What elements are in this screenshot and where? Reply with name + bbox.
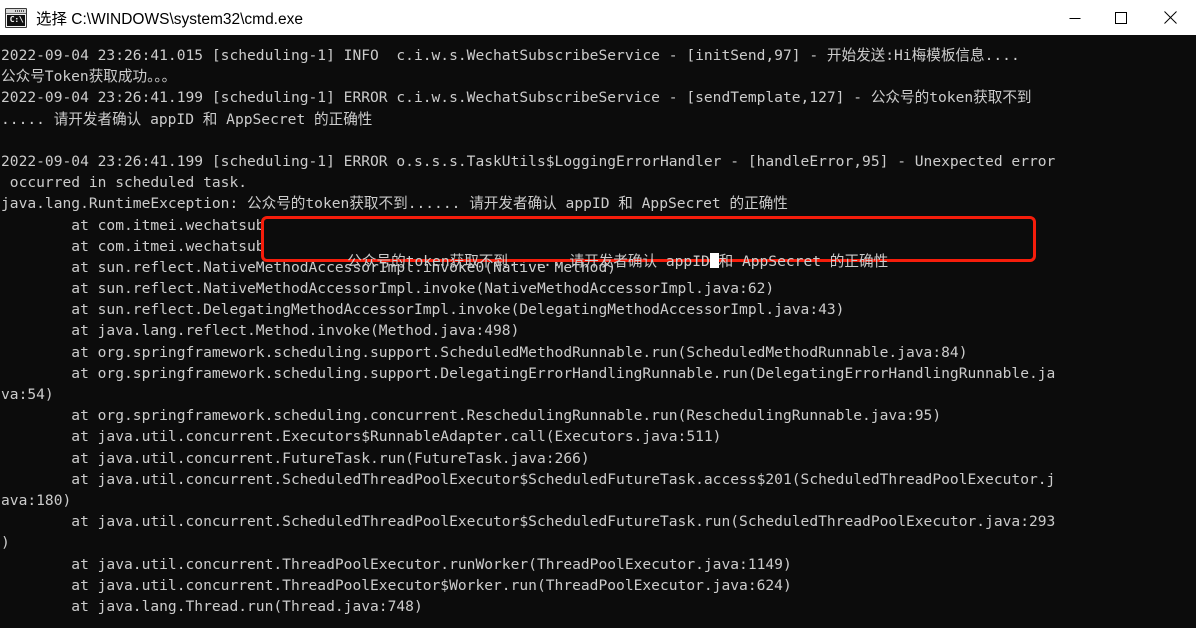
console-line: at java.lang.reflect.Method.invoke(Metho…	[1, 322, 520, 340]
console-line: java.lang.RuntimeException: 公众号的token获取不…	[1, 195, 788, 213]
console-line: 2022-09-04 23:26:41.199 [scheduling-1] E…	[1, 152, 1056, 170]
cmd-icon-prompt-text: C:\	[9, 15, 23, 24]
console-line: 公众号Token获取成功。。。	[1, 68, 177, 86]
console-line: ava:180)	[1, 491, 72, 509]
window-title: 选择 C:\WINDOWS\system32\cmd.exe	[36, 10, 303, 28]
window-controls	[1052, 0, 1196, 35]
console-line: at org.springframework.scheduling.concur…	[1, 407, 942, 425]
titlebar-left-group: C:\ 选择 C:\WINDOWS\system32\cmd.exe	[0, 7, 1052, 29]
console-line: at java.util.concurrent.ThreadPoolExecut…	[1, 576, 792, 594]
cmd-icon-titlestrip	[6, 8, 26, 14]
minimize-button[interactable]	[1052, 0, 1098, 35]
console-line: at java.util.concurrent.ScheduledThreadP…	[1, 513, 1056, 531]
highlight-text-after-cursor: 和 AppSecret 的正确性	[718, 253, 889, 271]
console-line: occurred in scheduled task.	[1, 174, 248, 192]
close-icon	[1163, 11, 1177, 24]
console-line: )	[1, 534, 10, 552]
cmd-console-window: C:\ 选择 C:\WINDOWS\system32\cmd.exe 2022-…	[0, 0, 1196, 628]
console-line: va:54)	[1, 386, 54, 403]
console-line: at sun.reflect.DelegatingMethodAccessorI…	[1, 301, 845, 319]
console-line: at java.lang.Thread.run(Thread.java:748)	[1, 597, 423, 615]
console-log-text: 2022-09-04 23:26:41.015 [scheduling-1] I…	[0, 45, 1196, 617]
window-titlebar[interactable]: C:\ 选择 C:\WINDOWS\system32\cmd.exe	[0, 0, 1196, 36]
console-line: at org.springframework.scheduling.suppor…	[1, 364, 1056, 382]
error-message-highlight-text: 公众号的token获取不到...... 请开发者确认 appID 和 AppSec…	[277, 230, 888, 294]
text-cursor	[709, 253, 719, 269]
maximize-button[interactable]	[1098, 0, 1144, 35]
console-line: at org.springframework.scheduling.suppor…	[1, 343, 968, 361]
console-line: ..... 请开发者确认 appID 和 AppSecret 的正确性	[1, 110, 373, 128]
console-line: at java.util.concurrent.Executors$Runnab…	[1, 428, 722, 446]
console-line: 2022-09-04 23:26:41.015 [scheduling-1] I…	[1, 47, 1020, 64]
cmd-icon-screen: C:\	[7, 14, 25, 26]
close-button[interactable]	[1144, 0, 1196, 35]
maximize-icon	[1115, 11, 1127, 24]
console-line: at java.util.concurrent.ScheduledThreadP…	[1, 470, 1056, 488]
error-message-highlight-box: 公众号的token获取不到...... 请开发者确认 appID 和 AppSec…	[261, 216, 1036, 270]
highlight-text-before-cursor: 公众号的token获取不到...... 请开发者确认 appID	[347, 253, 710, 271]
cmd-exe-icon: C:\	[5, 7, 27, 28]
console-output-area[interactable]: 2022-09-04 23:26:41.015 [scheduling-1] I…	[0, 36, 1196, 628]
console-line: 2022-09-04 23:26:41.199 [scheduling-1] E…	[1, 89, 1032, 107]
console-line: at java.util.concurrent.FutureTask.run(F…	[1, 449, 590, 467]
minimize-icon	[1069, 17, 1081, 19]
console-line: at java.util.concurrent.ThreadPoolExecut…	[1, 555, 792, 573]
